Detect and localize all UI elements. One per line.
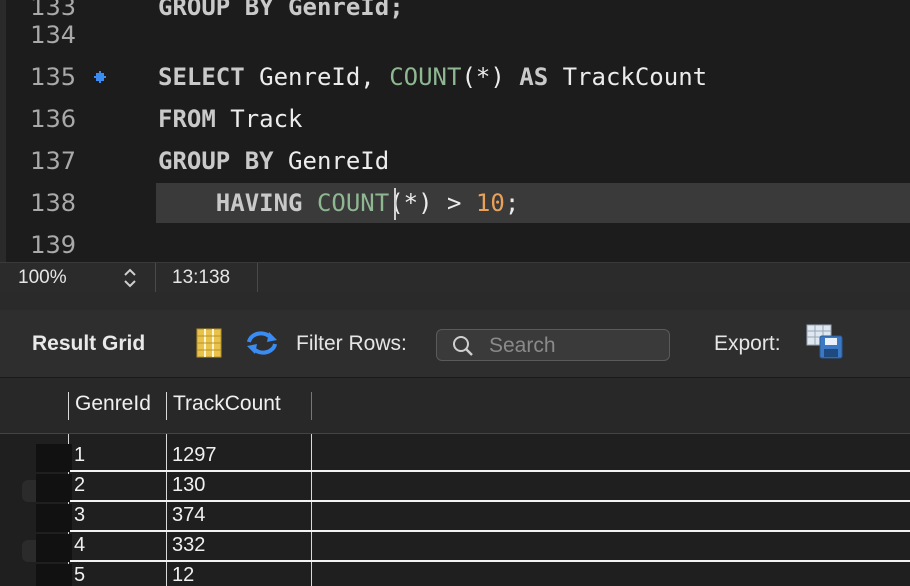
row-selector[interactable] <box>36 564 72 586</box>
code-line-139: 139 <box>6 224 910 262</box>
editor-status-bar: 100% 13:138 <box>0 262 910 293</box>
refresh-icon[interactable] <box>245 330 279 361</box>
zoom-stepper-icon[interactable] <box>120 265 140 292</box>
column-header-genreid[interactable]: GenreId <box>75 392 151 416</box>
zoom-level: 100% <box>18 267 67 288</box>
divider <box>257 263 258 293</box>
code-text: HAVING COUNT(*) > 10; <box>215 189 520 217</box>
code-line-134: 134 <box>6 14 910 56</box>
result-grid[interactable]: GenreId TrackCount 1 1297 2 130 3 374 4 … <box>0 378 910 586</box>
cell-trackcount[interactable]: 332 <box>172 534 205 557</box>
line-number: 134 <box>30 21 76 49</box>
cell-genreid[interactable]: 5 <box>74 564 85 586</box>
code-line-135: 135 SELECT GenreId, COUNT(*) AS TrackCou… <box>6 56 910 98</box>
result-toolbar: Result Grid Filter Rows: Export: <box>0 310 910 378</box>
column-divider[interactable] <box>311 392 312 420</box>
cell-genreid[interactable]: 2 <box>74 474 85 497</box>
result-grid-title: Result Grid <box>32 332 146 355</box>
cell-trackcount[interactable]: 1297 <box>172 444 217 467</box>
text-caret <box>394 188 396 220</box>
code-line-136: 136 FROM Track <box>6 98 910 140</box>
panel-divider[interactable] <box>0 292 910 310</box>
column-divider[interactable] <box>68 392 69 420</box>
line-number: 139 <box>30 231 76 259</box>
code-text: SELECT GenreId, COUNT(*) AS TrackCount <box>158 63 708 91</box>
cell-trackcount[interactable]: 130 <box>172 474 205 497</box>
row-selector[interactable] <box>36 534 72 562</box>
cell-genreid[interactable]: 4 <box>74 534 85 557</box>
table-row[interactable]: 3 374 <box>0 502 910 532</box>
filter-search-box[interactable] <box>436 329 670 361</box>
line-number: 137 <box>30 147 76 175</box>
table-row[interactable]: 2 130 <box>0 472 910 502</box>
row-selector[interactable] <box>36 474 72 502</box>
table-row[interactable]: 5 12 <box>0 562 910 586</box>
grid-layout-icon[interactable] <box>196 328 222 363</box>
table-row[interactable]: 1 1297 <box>0 442 910 472</box>
grid-header: GenreId TrackCount <box>0 378 910 434</box>
code-text: GROUP BY GenreId <box>158 147 390 175</box>
cell-trackcount[interactable]: 374 <box>172 504 205 527</box>
cell-genreid[interactable]: 1 <box>74 444 85 467</box>
cursor-position: 13:138 <box>172 267 231 288</box>
export-icon[interactable] <box>806 324 844 365</box>
statement-marker-icon[interactable] <box>94 71 106 83</box>
table-row[interactable]: 4 332 <box>0 532 910 562</box>
search-input[interactable] <box>487 333 667 359</box>
row-selector[interactable] <box>36 444 72 472</box>
line-number: 138 <box>30 189 76 217</box>
column-header-trackcount[interactable]: TrackCount <box>173 392 281 416</box>
code-line-137: 137 GROUP BY GenreId <box>6 140 910 182</box>
divider <box>155 263 156 293</box>
row-selector[interactable] <box>36 504 72 532</box>
cell-genreid[interactable]: 3 <box>74 504 85 527</box>
filter-rows-label: Filter Rows: <box>296 332 407 355</box>
line-number: 136 <box>30 105 76 133</box>
export-label: Export: <box>714 332 781 355</box>
line-number: 135 <box>30 63 76 91</box>
code-text: FROM Track <box>158 105 303 133</box>
code-line-138: 138 HAVING COUNT(*) > 10; <box>6 182 910 224</box>
sql-editor[interactable]: 133 GROUP BY GenreId; 134 135 SELECT Gen… <box>0 0 910 262</box>
search-icon <box>451 334 475 363</box>
cell-trackcount[interactable]: 12 <box>172 564 194 586</box>
column-divider[interactable] <box>166 392 167 420</box>
